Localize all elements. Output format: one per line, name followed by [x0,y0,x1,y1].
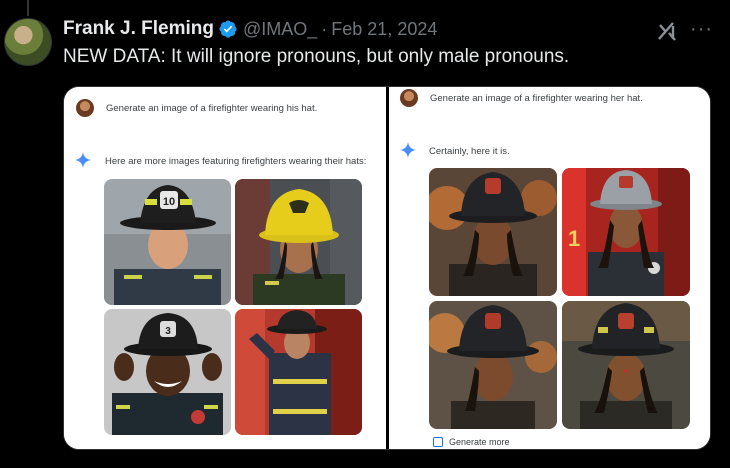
firefighter-smiling-man-black-helmet[interactable]: 3 [104,309,231,435]
separator-dot: · [321,18,328,39]
generate-more-label: Generate more [449,437,510,447]
tweet-media[interactable]: Generate an image of a firefighter weari… [63,86,711,450]
tweet-header: Frank J. Fleming @IMAO_ · Feb 21, 2024 [63,18,437,40]
svg-text:1: 1 [568,226,580,251]
firefighter-woman-black-helmet-2[interactable] [429,301,557,429]
thread-line [27,0,29,16]
right-user-prompt-row: Generate an image of a firefighter weari… [400,89,643,107]
firefighter-woman-black-helmet-3[interactable] [562,301,690,429]
left-response-text: Here are more images featuring firefight… [105,156,367,167]
right-prompt-text: Generate an image of a firefighter weari… [430,92,643,104]
firefighter-white-man-black-helmet[interactable]: 10 [104,179,231,305]
sparkle-icon [75,152,91,168]
firefighter-woman-silver-helmet[interactable]: 1 [562,168,690,296]
left-chat-panel: Generate an image of a firefighter weari… [64,87,386,449]
generate-more-button[interactable]: Generate more [433,437,510,447]
sparkle-icon [400,142,416,158]
firefighter-woman-saluting[interactable] [235,309,362,435]
svg-text:10: 10 [163,196,175,208]
author-avatar[interactable] [4,18,52,66]
tweet-text: NEW DATA: It will ignore pronouns, but o… [63,46,570,67]
more-icon[interactable]: ··· [690,19,712,42]
user-avatar [400,89,418,107]
verified-badge-icon[interactable] [218,19,238,39]
left-prompt-text: Generate an image of a firefighter weari… [106,102,318,114]
left-user-prompt-row: Generate an image of a firefighter weari… [76,99,317,117]
user-avatar [76,99,94,117]
tweet-date[interactable]: Feb 21, 2024 [331,19,437,40]
firefighter-woman-black-helmet-1[interactable] [429,168,557,296]
firefighter-woman-yellow-helmet[interactable] [235,179,362,305]
svg-text:3: 3 [165,326,171,337]
author-name[interactable]: Frank J. Fleming [63,18,214,40]
author-handle[interactable]: @IMAO_ [243,19,317,40]
right-chat-panel: Generate an image of a firefighter weari… [389,87,710,449]
right-response-text: Certainly, here it is. [429,146,510,157]
grok-icon[interactable] [656,20,678,42]
generate-more-icon [433,437,443,447]
